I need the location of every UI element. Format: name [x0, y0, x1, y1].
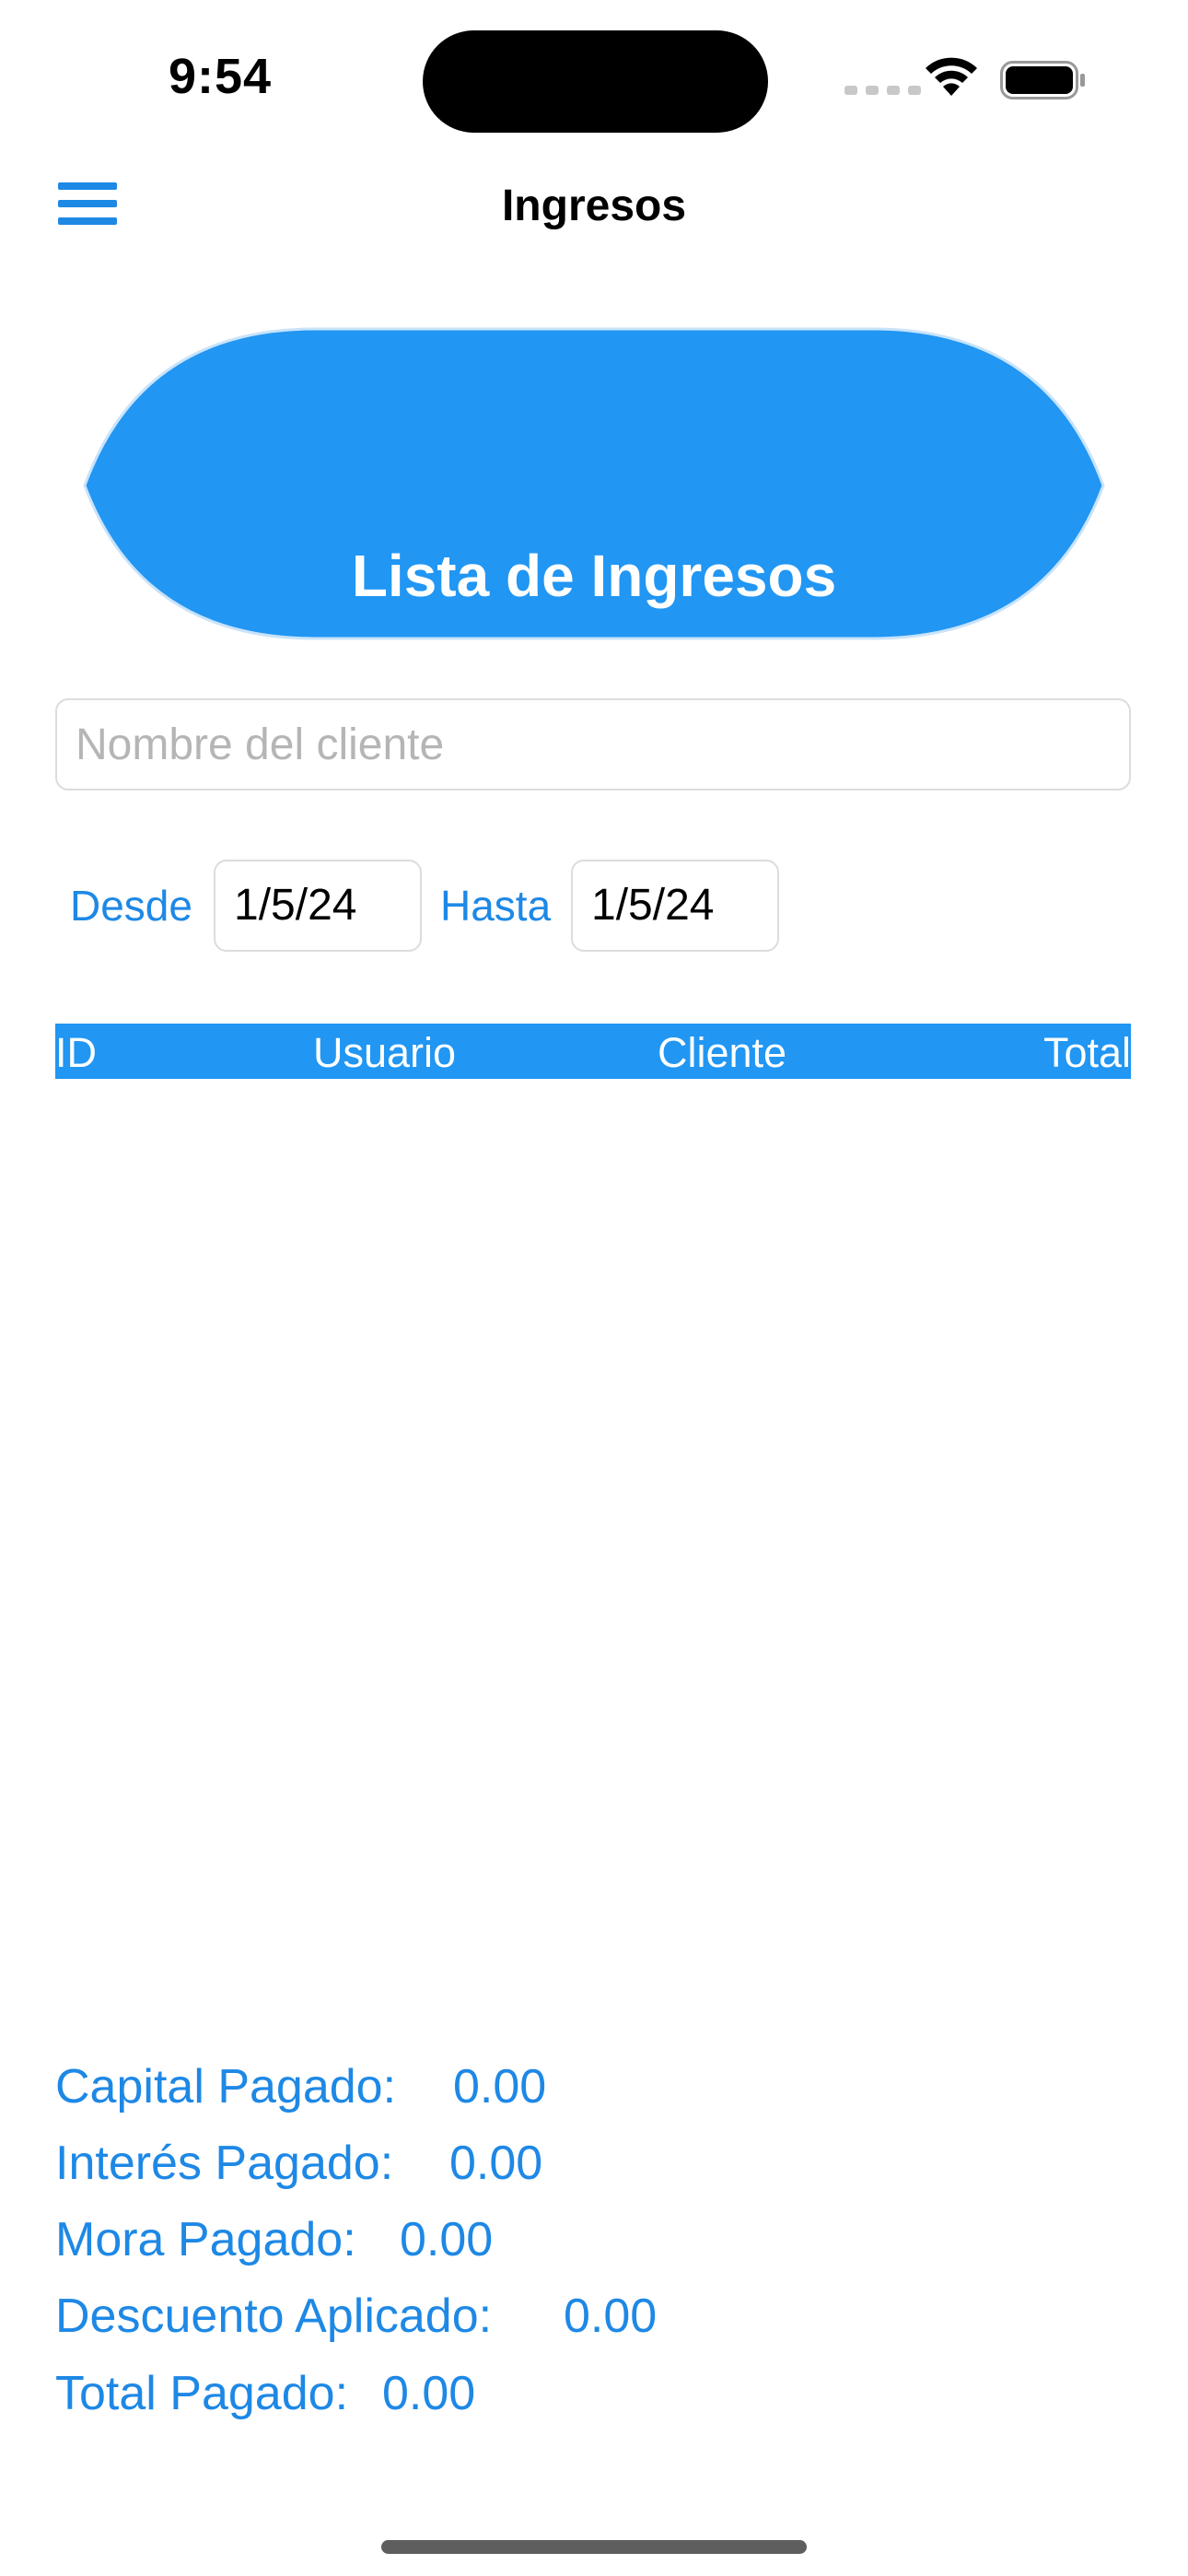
- to-date-label: Hasta: [440, 882, 552, 930]
- total-paid-value: 0.00: [382, 2367, 476, 2420]
- wifi-icon: [926, 57, 977, 96]
- total-paid-row: Total Pagado: 0.00: [55, 2366, 475, 2421]
- table-header: ID Usuario Cliente Total: [55, 1024, 1131, 1079]
- interest-paid-label: Interés Pagado:: [55, 2137, 394, 2190]
- capital-paid-value: 0.00: [453, 2060, 547, 2113]
- header-title: Lista de Ingresos: [351, 543, 837, 609]
- capital-paid-label: Capital Pagado:: [55, 2060, 397, 2113]
- from-date-label: Desde: [70, 882, 192, 930]
- late-fee-paid-value: 0.00: [400, 2213, 494, 2266]
- column-header-total: Total: [1042, 1029, 1131, 1076]
- discount-applied-label: Descuento Aplicado:: [55, 2289, 493, 2343]
- column-header-id: ID: [55, 1029, 97, 1076]
- late-fee-paid-label: Mora Pagado:: [55, 2213, 356, 2266]
- page-title: Ingresos: [501, 181, 687, 230]
- capital-paid-row: Capital Pagado: 0.00: [55, 2059, 546, 2114]
- home-indicator[interactable]: [381, 2540, 807, 2554]
- from-date-picker[interactable]: 1/5/24: [214, 860, 422, 952]
- dynamic-island: [423, 30, 768, 133]
- interest-paid-row: Interés Pagado: 0.00: [55, 2136, 542, 2191]
- late-fee-paid-row: Mora Pagado: 0.00: [55, 2212, 493, 2267]
- total-paid-label: Total Pagado:: [55, 2367, 349, 2420]
- discount-applied-value: 0.00: [564, 2289, 658, 2343]
- discount-applied-row: Descuento Aplicado: 0.00: [55, 2289, 657, 2344]
- client-name-search-input[interactable]: [55, 698, 1131, 790]
- to-date-picker[interactable]: 1/5/24: [571, 860, 779, 952]
- status-time: 9:54: [169, 49, 273, 104]
- interest-paid-value: 0.00: [449, 2137, 543, 2190]
- column-header-usuario: Usuario: [313, 1029, 457, 1076]
- cellular-signal-icon: [844, 86, 921, 95]
- battery-icon: [1000, 61, 1085, 100]
- column-header-cliente: Cliente: [658, 1029, 787, 1076]
